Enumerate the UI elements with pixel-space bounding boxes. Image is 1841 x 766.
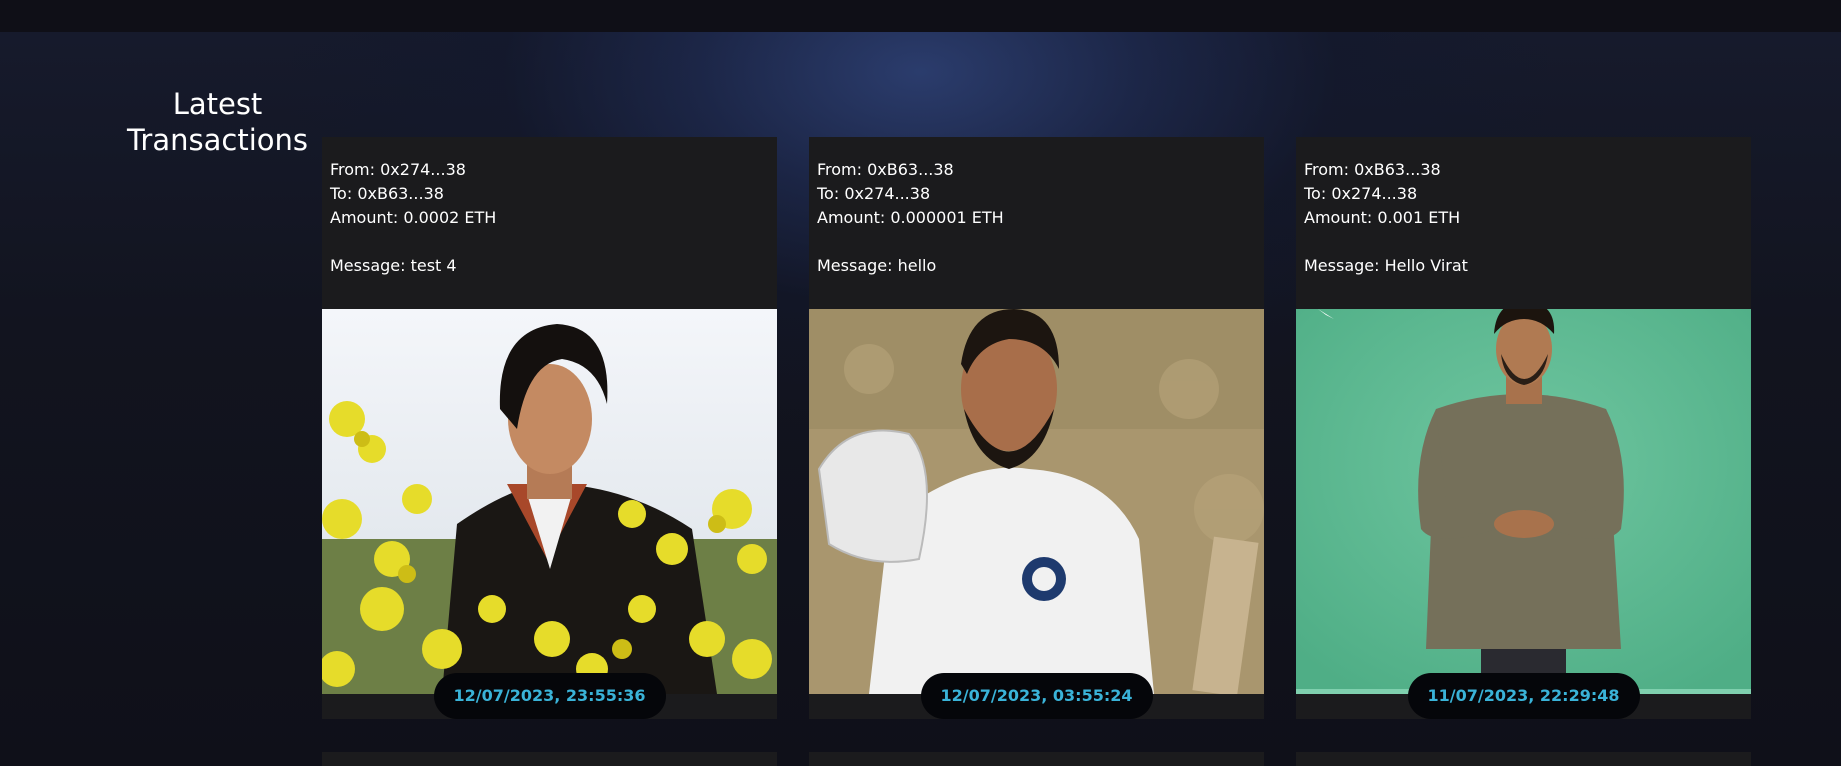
transaction-timestamp: 12/07/2023, 23:55:36 bbox=[433, 673, 666, 719]
transaction-card[interactable]: From: 0x274...38 To: 0xB63...38 Amount: … bbox=[322, 137, 777, 719]
transaction-details: From: 0xB63...38 To: 0x274...38 Amount: … bbox=[1304, 158, 1743, 278]
transaction-gif bbox=[809, 309, 1264, 694]
amount: Amount: 0.000001 ETH bbox=[817, 208, 1004, 227]
from-address: From: 0xB63...38 bbox=[1304, 160, 1441, 179]
from-address: From: 0x274...38 bbox=[330, 160, 466, 179]
message: Message: Hello Virat bbox=[1304, 256, 1468, 275]
transaction-details: From: 0x274...38 To: 0xB63...38 Amount: … bbox=[330, 158, 769, 278]
transaction-timestamp: 12/07/2023, 03:55:24 bbox=[920, 673, 1153, 719]
transaction-card-partial[interactable] bbox=[322, 752, 777, 766]
transaction-details: From: 0xB63...38 To: 0x274...38 Amount: … bbox=[817, 158, 1256, 278]
to-address: To: 0x274...38 bbox=[817, 184, 931, 203]
top-bar bbox=[0, 0, 1841, 32]
transaction-timestamp: 11/07/2023, 22:29:48 bbox=[1407, 673, 1640, 719]
section-title-line-1: Latest bbox=[172, 87, 263, 121]
transaction-gif bbox=[322, 309, 777, 694]
message: Message: hello bbox=[817, 256, 937, 275]
amount: Amount: 0.0002 ETH bbox=[330, 208, 497, 227]
transaction-card-partial[interactable] bbox=[1296, 752, 1751, 766]
message: Message: test 4 bbox=[330, 256, 457, 275]
transaction-card-partial[interactable] bbox=[809, 752, 1264, 766]
transaction-card[interactable]: From: 0xB63...38 To: 0x274...38 Amount: … bbox=[809, 137, 1264, 719]
amount: Amount: 0.001 ETH bbox=[1304, 208, 1461, 227]
transaction-gif bbox=[1296, 309, 1751, 694]
transaction-card[interactable]: From: 0xB63...38 To: 0x274...38 Amount: … bbox=[1296, 137, 1751, 719]
section-title: Latest Transactions bbox=[100, 86, 335, 158]
section-title-line-2: Transactions bbox=[126, 123, 308, 157]
page: Latest Transactions From: 0x274...38 To:… bbox=[0, 0, 1841, 766]
from-address: From: 0xB63...38 bbox=[817, 160, 954, 179]
to-address: To: 0x274...38 bbox=[1304, 184, 1418, 203]
to-address: To: 0xB63...38 bbox=[330, 184, 444, 203]
